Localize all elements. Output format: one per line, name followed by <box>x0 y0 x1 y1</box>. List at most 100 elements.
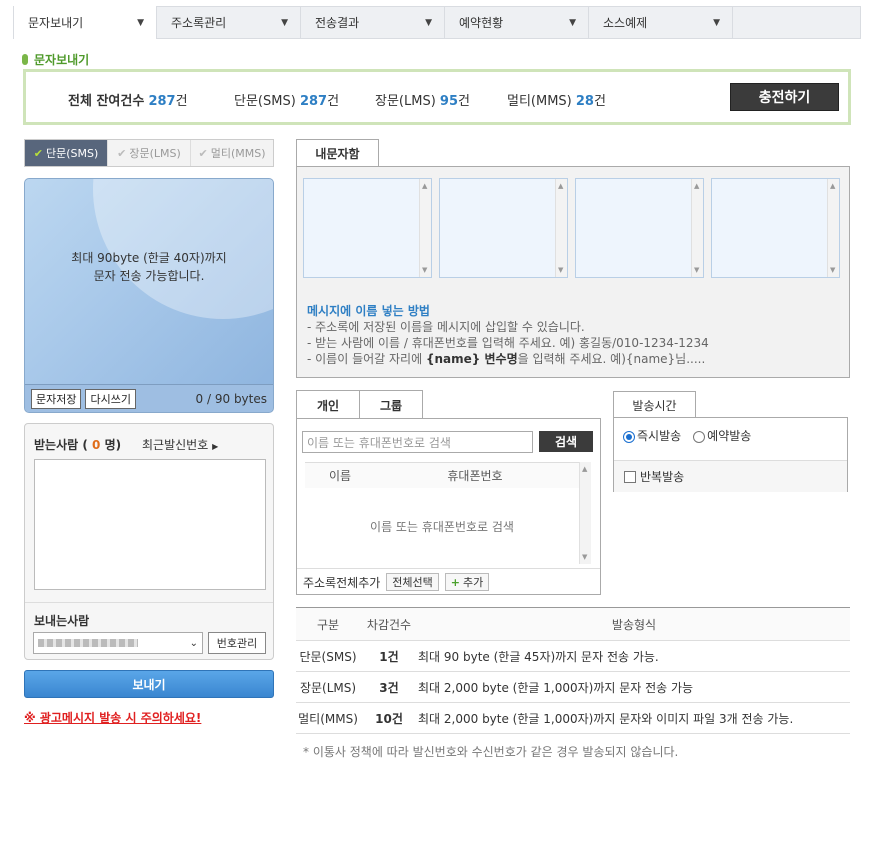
header-format: 발송형식 <box>418 607 850 641</box>
manage-numbers-button[interactable]: 번호관리 <box>208 632 266 654</box>
saved-message-slot[interactable]: ▲ ▼ <box>439 178 568 278</box>
nav-tab-send-message[interactable]: 문자보내기 ▼ <box>13 6 157 39</box>
address-table-header: 이름 휴대폰번호 <box>305 462 590 488</box>
recent-numbers-link[interactable]: 최근발신번호 ▶ <box>142 436 218 453</box>
add-button[interactable]: + 추가 <box>444 573 490 591</box>
recent-numbers-label: 최근발신번호 <box>142 438 209 452</box>
plus-icon: + <box>450 575 460 589</box>
immediate-send-label: 즉시발송 <box>637 429 682 443</box>
add-button-label: 추가 <box>462 576 484 589</box>
unit-label: 건 <box>175 94 188 109</box>
section-title: 문자보내기 <box>22 51 89 68</box>
message-editor[interactable]: 최대 90byte (한글 40자)까지 문자 전송 가능합니다. 문자저장 다… <box>24 178 274 413</box>
send-button[interactable]: 보내기 <box>24 670 274 698</box>
scroll-down-icon: ▼ <box>582 553 588 561</box>
guide-variable: {name} 변수명 <box>425 352 518 366</box>
nav-tab-address-book[interactable]: 주소록관리 ▼ <box>157 7 301 38</box>
check-icon: ✔ <box>117 146 127 160</box>
repeat-send-label: 반복발송 <box>640 470 685 484</box>
chevron-down-icon: ⌄ <box>189 637 198 649</box>
address-results: 이름 또는 휴대폰번호로 검색 <box>305 488 579 564</box>
saved-message-slot[interactable]: ▲ ▼ <box>711 178 840 278</box>
address-search-input[interactable]: 이름 또는 휴대폰번호로 검색 <box>302 431 533 453</box>
byte-counter: 0 / 90 bytes <box>195 391 267 406</box>
address-search-panel: 이름 또는 휴대폰번호로 검색 검색 이름 휴대폰번호 이름 또는 휴대폰번호로… <box>296 418 601 595</box>
section-bullet-icon <box>22 54 28 65</box>
unit-label: 건 <box>327 94 340 109</box>
caret-down-icon: ▼ <box>713 17 720 28</box>
tab-group[interactable]: 그룹 <box>359 390 423 419</box>
select-all-button[interactable]: 전체선택 <box>386 573 439 591</box>
saved-message-slot[interactable]: ▲ ▼ <box>303 178 432 278</box>
nav-tab-reservations[interactable]: 예약현황 ▼ <box>445 7 589 38</box>
scrollbar[interactable]: ▲ ▼ <box>827 179 839 277</box>
header-deduction: 차감건수 <box>360 607 418 641</box>
editor-hint: 최대 90byte (한글 40자)까지 문자 전송 가능합니다. <box>25 249 273 285</box>
top-nav: 문자보내기 ▼ 주소록관리 ▼ 전송결과 ▼ 예약현황 ▼ 소스예제 ▼ <box>13 6 861 39</box>
scroll-down-icon: ▼ <box>694 266 700 274</box>
lms-balance-label: 장문(LMS) <box>375 94 436 109</box>
mms-balance-value: 28 <box>575 94 594 109</box>
save-message-button[interactable]: 문자저장 <box>31 388 82 409</box>
guide-text: 을 입력해 주세요. 예){name}님..... <box>517 352 706 366</box>
nav-tab-label: 문자보내기 <box>28 16 84 30</box>
reserve-send-option[interactable]: 예약발송 <box>693 427 751 444</box>
message-type-tabs: ✔ 단문(SMS) ✔ 장문(LMS) ✔ 멀티(MMS) <box>24 139 274 167</box>
tab-send-time[interactable]: 발송시간 <box>613 391 696 419</box>
guide-line: - 주소록에 저장된 이름을 메시지에 삽입할 수 있습니다. <box>307 320 585 334</box>
scrollbar[interactable]: ▲ ▼ <box>555 179 567 277</box>
tab-personal[interactable]: 개인 <box>296 390 360 419</box>
receivers-count: 0 <box>92 438 101 452</box>
saved-message-slot[interactable]: ▲ ▼ <box>575 178 704 278</box>
check-icon: ✔ <box>198 146 208 160</box>
cell-format: 최대 2,000 byte (한글 1,000자)까지 문자와 이미지 파일 3… <box>418 702 850 734</box>
column-name: 이름 <box>328 469 352 483</box>
radio-checked-icon <box>623 430 635 443</box>
caret-right-icon: ▶ <box>212 442 219 451</box>
scrollbar[interactable]: ▲ ▼ <box>579 462 591 564</box>
tab-lms[interactable]: ✔ 장문(LMS) <box>108 140 191 166</box>
editor-hint-line: 최대 90byte (한글 40자)까지 <box>71 251 227 265</box>
sms-balance-label: 단문(SMS) <box>234 94 296 109</box>
send-time-options: 즉시발송 예약발송 <box>623 427 751 444</box>
lms-balance-value: 95 <box>439 94 459 109</box>
repeat-send-option[interactable]: 반복발송 <box>614 460 847 492</box>
immediate-send-option[interactable]: 즉시발송 <box>623 427 681 444</box>
sender-number-select[interactable]: ⌄ <box>33 632 203 654</box>
nav-tab-send-results[interactable]: 전송결과 ▼ <box>301 7 445 38</box>
search-button[interactable]: 검색 <box>539 431 593 452</box>
total-balance-label: 전체 잔여건수 <box>68 94 145 109</box>
tab-my-messages[interactable]: 내문자함 <box>296 139 379 167</box>
tab-sms-label: 단문(SMS) <box>45 147 99 160</box>
scroll-up-icon: ▲ <box>830 182 836 190</box>
guide-line: - 이름이 들어갈 자리에 {name} 변수명을 입력해 주세요. 예){na… <box>307 351 709 367</box>
scrollbar[interactable]: ▲ ▼ <box>419 179 431 277</box>
cell-deduction: 1건 <box>360 640 418 672</box>
reserve-send-label: 예약발송 <box>707 429 752 443</box>
sender-label: 보내는사람 <box>34 614 90 628</box>
charge-button[interactable]: 충전하기 <box>730 83 839 111</box>
tab-mms-label: 멀티(MMS) <box>210 147 266 160</box>
ad-warning-link[interactable]: ※ 광고메시지 발송 시 주의하세요! <box>24 709 201 726</box>
scroll-down-icon: ▼ <box>422 266 428 274</box>
tab-lms-label: 장문(LMS) <box>129 147 181 160</box>
total-balance: 전체 잔여건수 287건 <box>68 90 188 109</box>
table-row: 멀티(MMS) 10건 최대 2,000 byte (한글 1,000자)까지 … <box>296 702 850 734</box>
sender-number-redacted <box>38 639 138 647</box>
unit-label: 건 <box>593 94 606 109</box>
name-insert-guide: 메시지에 이름 넣는 방법 - 주소록에 저장된 이름을 메시지에 삽입할 수 … <box>307 303 709 367</box>
sms-balance-value: 287 <box>299 94 328 109</box>
tab-sms[interactable]: ✔ 단문(SMS) <box>25 140 108 166</box>
nav-tab-source-examples[interactable]: 소스예제 ▼ <box>589 7 733 38</box>
receivers-header: 받는사람 ( 0 명) <box>34 438 122 452</box>
scroll-up-icon: ▲ <box>582 465 588 473</box>
divider <box>25 602 273 603</box>
table-row: 장문(LMS) 3건 최대 2,000 byte (한글 1,000자)까지 문… <box>296 671 850 703</box>
receivers-unit: 명 <box>104 438 116 452</box>
nav-tab-label: 전송결과 <box>315 16 360 30</box>
receivers-list[interactable] <box>34 459 266 590</box>
rewrite-button[interactable]: 다시쓰기 <box>85 388 136 409</box>
scrollbar[interactable]: ▲ ▼ <box>691 179 703 277</box>
lms-balance: 장문(LMS) 95건 <box>375 90 470 109</box>
tab-mms[interactable]: ✔ 멀티(MMS) <box>191 140 273 166</box>
